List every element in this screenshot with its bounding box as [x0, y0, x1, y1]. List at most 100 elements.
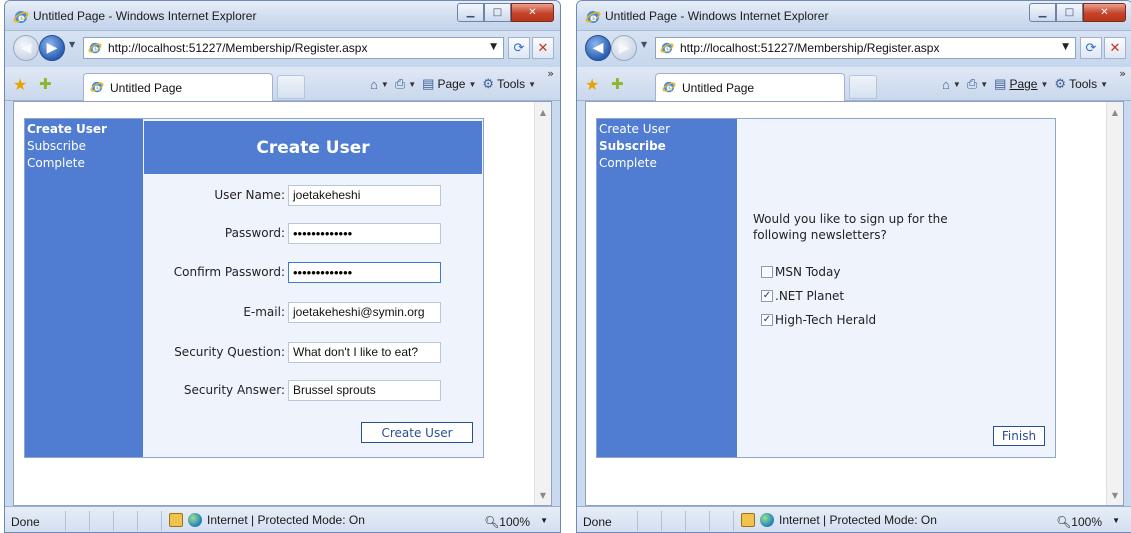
refresh-icon[interactable]: ⟳	[508, 37, 530, 59]
email-input[interactable]: joetakeheshi@symin.org	[288, 302, 441, 323]
confirm-password-input[interactable]: •••••••••••••	[288, 262, 441, 283]
tools-menu[interactable]: ⚙ Tools ▼	[482, 76, 536, 92]
history-dropdown-icon[interactable]: ▼	[641, 40, 647, 49]
status-text: Done	[11, 515, 40, 529]
zone-label: Internet | Protected Mode: On	[779, 513, 937, 527]
scroll-up-icon[interactable]: ▲	[535, 104, 551, 120]
print-button[interactable]: ⎙ ▼	[967, 76, 988, 92]
sidebar-step-complete[interactable]: Complete	[27, 155, 141, 172]
zoom-label: 100%	[1071, 515, 1102, 529]
newsletter-option-label: .NET Planet	[775, 289, 845, 303]
home-button[interactable]: ⌂ ▼	[370, 77, 389, 92]
maximize-icon[interactable]: □	[484, 3, 511, 22]
address-bar[interactable]: e http://localhost:51227/Membership/Regi…	[655, 37, 1076, 59]
forward-icon[interactable]: ▶	[611, 35, 637, 61]
zoom-dropdown-icon[interactable]: ▼	[540, 516, 548, 525]
back-icon[interactable]: ◀	[585, 35, 611, 61]
msn-today-checkbox[interactable]	[761, 266, 773, 278]
sidebar-step-create-user[interactable]: Create User	[27, 121, 141, 138]
back-icon[interactable]: ◀	[13, 35, 39, 61]
lock-icon	[741, 513, 755, 527]
scroll-down-icon[interactable]: ▼	[535, 487, 551, 503]
security-question-input[interactable]: What don't I like to eat?	[288, 342, 441, 363]
address-dropdown-icon[interactable]: ▼	[490, 42, 497, 52]
scroll-down-icon[interactable]: ▼	[1107, 487, 1123, 503]
zoom-level[interactable]: 🔍︎100%	[484, 515, 530, 529]
create-user-panel: Create User User Name: joetakeheshi Pass…	[143, 119, 483, 457]
page-menu[interactable]: ▤ Page ▼	[994, 76, 1048, 92]
net-planet-checkbox[interactable]: ✓	[761, 290, 773, 302]
close-icon[interactable]: ✕	[511, 3, 554, 22]
confirm-password-label: Confirm Password:	[173, 265, 285, 279]
add-favorites-icon[interactable]: ✚	[611, 75, 624, 93]
finish-button[interactable]: Finish	[993, 426, 1045, 446]
scroll-up-icon[interactable]: ▲	[1107, 104, 1123, 120]
sidebar-step-subscribe[interactable]: Subscribe	[599, 138, 735, 155]
security-question-row: Security Question: What don't I like to …	[143, 342, 483, 364]
username-label: User Name:	[214, 188, 285, 202]
history-dropdown-icon[interactable]: ▼	[69, 40, 75, 49]
favorites-star-icon[interactable]: ★	[585, 75, 599, 94]
tools-menu[interactable]: ⚙ Tools ▼	[1054, 76, 1108, 92]
forward-icon[interactable]: ▶	[39, 35, 65, 61]
newsletter-option-label: MSN Today	[775, 265, 841, 279]
security-question-label: Security Question:	[174, 345, 285, 359]
stop-icon[interactable]: ✕	[532, 37, 554, 59]
newsletter-option[interactable]: ✓ .NET Planet	[761, 288, 844, 304]
favorites-star-icon[interactable]: ★	[13, 75, 27, 94]
ie-icon: e	[90, 81, 104, 94]
address-url[interactable]: http://localhost:51227/Membership/Regist…	[108, 41, 367, 55]
zoom-dropdown-icon[interactable]: ▼	[1112, 516, 1120, 525]
ie-window-right: e Untitled Page - Windows Internet Explo…	[576, 0, 1131, 533]
address-url[interactable]: http://localhost:51227/Membership/Regist…	[680, 41, 939, 55]
tab-row: ★ ✚ e Untitled Page ⌂ ▼ ⎙ ▼ ▤ Page ▼ ⚙ Tools ▼…	[5, 67, 560, 101]
command-bar: ⌂ ▼ ⎙ ▼ ▤ Page ▼ ⚙ Tools ▼	[370, 76, 554, 92]
security-zone[interactable]: Internet | Protected Mode: On	[169, 513, 365, 527]
username-input[interactable]: joetakeheshi	[288, 185, 441, 206]
high-tech-herald-checkbox[interactable]: ✓	[761, 314, 773, 326]
home-button[interactable]: ⌂ ▼	[942, 77, 961, 92]
sidebar-step-subscribe[interactable]: Subscribe	[27, 138, 141, 155]
newsletter-option[interactable]: ✓ High-Tech Herald	[761, 312, 876, 328]
sidebar-step-create-user[interactable]: Create User	[599, 121, 735, 138]
tab-untitled-page[interactable]: e Untitled Page	[83, 73, 273, 101]
page-menu-label: Page	[1009, 77, 1038, 91]
close-icon[interactable]: ✕	[1083, 3, 1126, 22]
tab-untitled-page[interactable]: e Untitled Page	[655, 73, 845, 101]
globe-icon	[760, 513, 774, 527]
page-icon: ▤	[422, 76, 435, 91]
vertical-scrollbar[interactable]: ▲ ▼	[1106, 102, 1123, 505]
add-favorites-icon[interactable]: ✚	[39, 75, 52, 93]
maximize-icon[interactable]: □	[1056, 3, 1083, 22]
security-answer-input[interactable]: Brussel sprouts	[288, 380, 441, 401]
home-icon: ⌂	[370, 76, 378, 92]
new-tab-button[interactable]	[277, 75, 305, 99]
address-row: ◀ ▶ ▼ e http://localhost:51227/Membershi…	[577, 31, 1131, 67]
address-bar[interactable]: e http://localhost:51227/Membership/Regi…	[83, 37, 504, 59]
subscribe-panel: Would you like to sign up for the follow…	[737, 119, 1055, 457]
wizard-sidebar: Create User Subscribe Complete	[25, 119, 143, 457]
stop-icon[interactable]: ✕	[1104, 37, 1126, 59]
chevron-more-icon[interactable]: »	[1119, 67, 1126, 80]
minimize-icon[interactable]: ▁	[457, 3, 484, 22]
tab-row: ★ ✚ e Untitled Page ⌂ ▼ ⎙ ▼ ▤ Page ▼ ⚙ Tools ▼…	[577, 67, 1131, 101]
newsletter-option[interactable]: MSN Today	[761, 264, 840, 280]
zoom-level[interactable]: 🔍︎100%	[1056, 515, 1102, 529]
chevron-more-icon[interactable]: »	[547, 67, 554, 80]
security-zone[interactable]: Internet | Protected Mode: On	[741, 513, 937, 527]
svg-text:e: e	[590, 13, 597, 24]
print-button[interactable]: ⎙ ▼	[395, 76, 416, 92]
create-user-button[interactable]: Create User	[361, 422, 473, 443]
ie-icon: e	[13, 11, 29, 24]
print-icon: ⎙	[966, 76, 978, 91]
refresh-icon[interactable]: ⟳	[1080, 37, 1102, 59]
new-tab-button[interactable]	[849, 75, 877, 99]
newsletter-option-label: High-Tech Herald	[775, 313, 877, 327]
minimize-icon[interactable]: ▁	[1029, 3, 1056, 22]
address-dropdown-icon[interactable]: ▼	[1062, 42, 1069, 52]
sidebar-step-complete[interactable]: Complete	[599, 155, 735, 172]
page-menu[interactable]: ▤ Page ▼	[422, 76, 476, 92]
password-input[interactable]: •••••••••••••	[288, 223, 441, 244]
page-icon: ▤	[994, 76, 1007, 91]
vertical-scrollbar[interactable]: ▲ ▼	[534, 102, 551, 505]
